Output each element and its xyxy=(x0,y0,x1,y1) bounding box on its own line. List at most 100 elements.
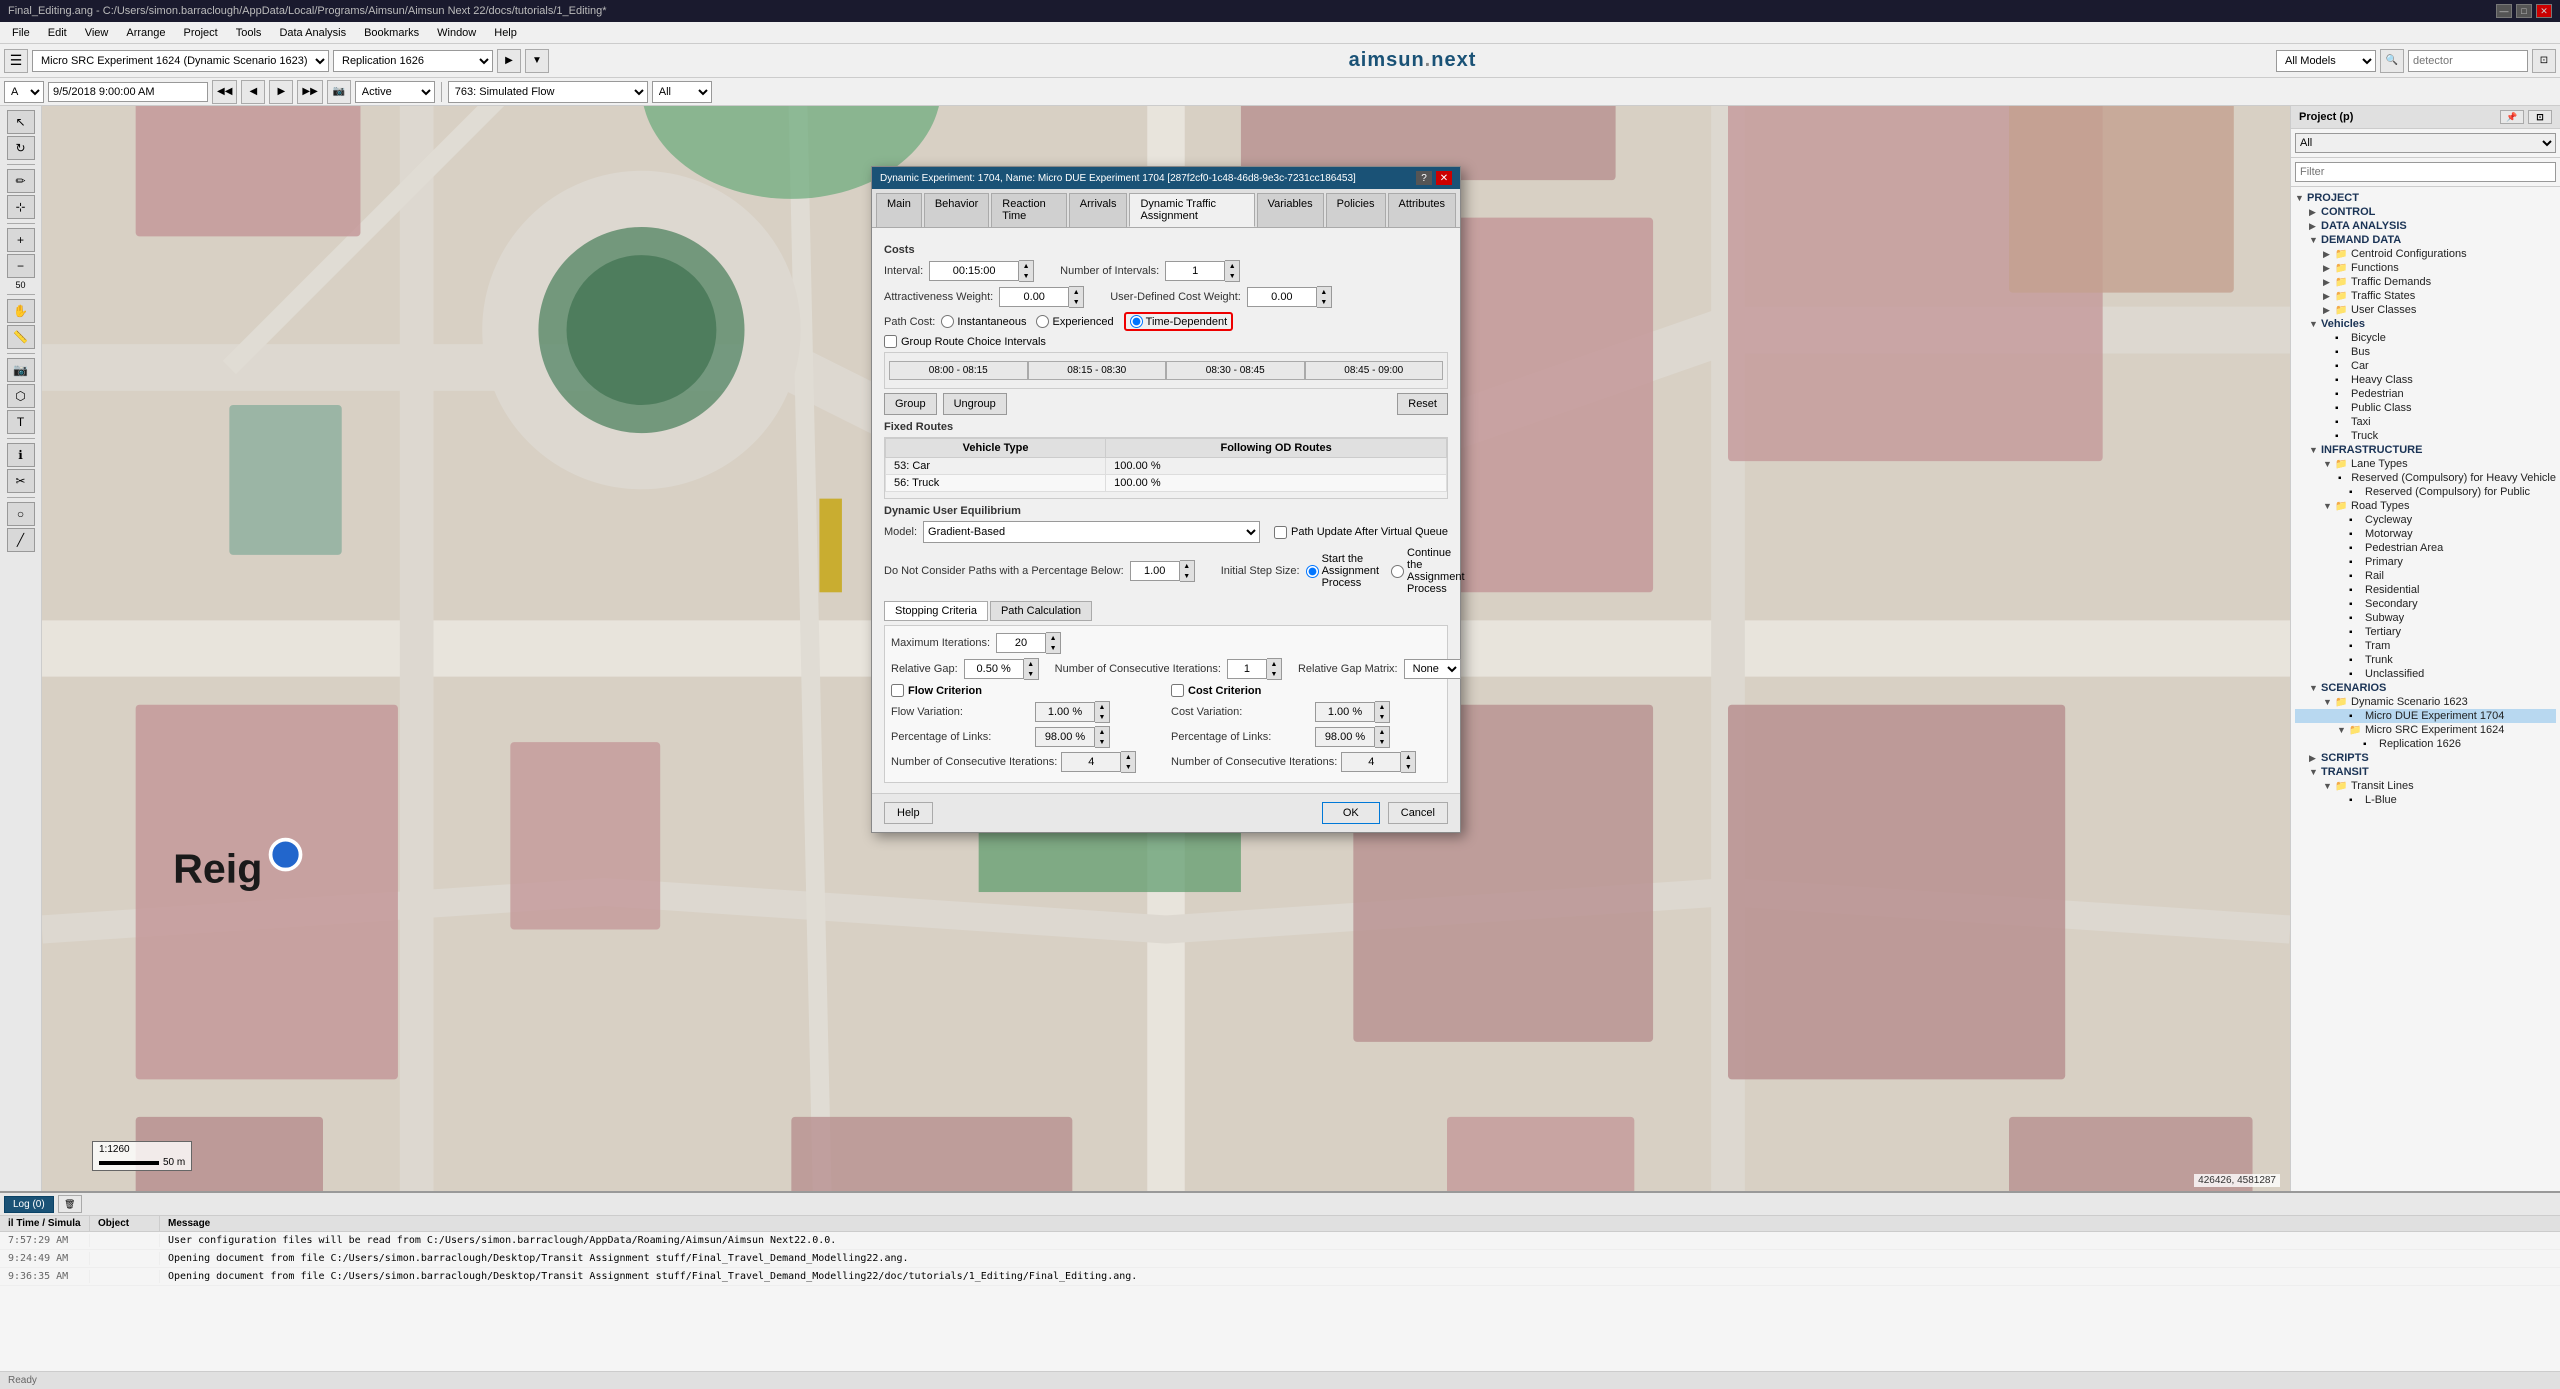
rel-gap-up-btn[interactable]: ▲ xyxy=(1024,659,1038,669)
interval-input[interactable] xyxy=(929,261,1019,281)
tree-item-8[interactable]: ▶📁User Classes xyxy=(2295,303,2556,317)
tree-item-30[interactable]: ▪Subway xyxy=(2295,611,2556,625)
tree-item-23[interactable]: ▪Cycleway xyxy=(2295,513,2556,527)
nav-next-btn[interactable]: ▶ xyxy=(269,80,293,104)
radio-instantaneous-input[interactable] xyxy=(941,315,954,328)
tree-item-5[interactable]: ▶📁Functions xyxy=(2295,261,2556,275)
tree-item-6[interactable]: ▶📁Traffic Demands xyxy=(2295,275,2556,289)
menu-file[interactable]: File xyxy=(4,25,38,41)
flow-consec-down-btn[interactable]: ▼ xyxy=(1121,762,1135,772)
radio-instantaneous[interactable]: Instantaneous xyxy=(941,315,1026,328)
tree-arrow-8[interactable]: ▶ xyxy=(2323,305,2335,316)
tree-item-4[interactable]: ▶📁Centroid Configurations xyxy=(2295,247,2556,261)
attract-weight-input[interactable] xyxy=(999,287,1069,307)
tree-arrow-7[interactable]: ▶ xyxy=(2323,291,2335,302)
radio-continue-input[interactable] xyxy=(1391,565,1404,578)
tree-item-11[interactable]: ▪Bus xyxy=(2295,345,2556,359)
search-icon-btn[interactable]: 🔍 xyxy=(2380,49,2404,73)
zoom-in-btn[interactable]: + xyxy=(7,228,35,252)
tree-arrow-40[interactable]: ▶ xyxy=(2309,753,2321,764)
draw-tool[interactable]: ✏ xyxy=(7,169,35,193)
attract-weight-up-btn[interactable]: ▲ xyxy=(1069,287,1083,297)
panel-all-combo[interactable]: All xyxy=(2295,133,2556,153)
status-combo[interactable]: Active xyxy=(355,81,435,103)
flow-combo[interactable]: 763: Simulated Flow xyxy=(448,81,648,103)
panel-expand-btn[interactable]: ⊡ xyxy=(2528,110,2552,124)
user-cost-weight-input[interactable] xyxy=(1247,287,1317,307)
help-footer-btn[interactable]: Help xyxy=(884,802,933,824)
cost-pct-up-btn[interactable]: ▲ xyxy=(1375,727,1389,737)
cost-pct-down-btn[interactable]: ▼ xyxy=(1375,737,1389,747)
tree-arrow-36[interactable]: ▼ xyxy=(2323,697,2335,707)
tree-item-7[interactable]: ▶📁Traffic States xyxy=(2295,289,2556,303)
scenario-combo[interactable]: Micro SRC Experiment 1624 (Dynamic Scena… xyxy=(32,50,329,72)
group-route-checkbox[interactable] xyxy=(884,335,897,348)
flow-consec-up-btn[interactable]: ▲ xyxy=(1121,752,1135,762)
ok-btn[interactable]: OK xyxy=(1322,802,1380,824)
nav-last-btn[interactable]: ▶▶ xyxy=(297,80,322,104)
tree-item-10[interactable]: ▪Bicycle xyxy=(2295,331,2556,345)
tab-policies[interactable]: Policies xyxy=(1326,193,1386,227)
rotate-tool[interactable]: ↻ xyxy=(7,136,35,160)
menu-bookmarks[interactable]: Bookmarks xyxy=(356,25,427,41)
interval-0[interactable]: 08:00 - 08:15 xyxy=(889,361,1028,380)
num-consec-up-btn[interactable]: ▲ xyxy=(1267,659,1281,669)
attract-weight-down-btn[interactable]: ▼ xyxy=(1069,297,1083,307)
edit-tool[interactable]: ⊹ xyxy=(7,195,35,219)
tree-item-39[interactable]: ▪Replication 1626 xyxy=(2295,737,2556,751)
tree-item-24[interactable]: ▪Motorway xyxy=(2295,527,2556,541)
filter-input[interactable] xyxy=(2295,162,2556,182)
all-models-combo[interactable]: All Models xyxy=(2276,50,2376,72)
num-intervals-up-btn[interactable]: ▲ xyxy=(1225,261,1239,271)
pointer-tool[interactable]: ↖ xyxy=(7,110,35,134)
camera-btn[interactable]: 📷 xyxy=(327,80,351,104)
flow-var-down-btn[interactable]: ▼ xyxy=(1095,712,1109,722)
max-iter-down-btn[interactable]: ▼ xyxy=(1046,643,1060,653)
log-clear-btn[interactable]: 🗑 xyxy=(58,1195,82,1213)
nav-prev-btn[interactable]: ◀ xyxy=(241,80,265,104)
tree-item-14[interactable]: ▪Pedestrian xyxy=(2295,387,2556,401)
menu-arrange[interactable]: Arrange xyxy=(118,25,173,41)
menu-project[interactable]: Project xyxy=(176,25,226,41)
tree-item-33[interactable]: ▪Trunk xyxy=(2295,653,2556,667)
tree-item-12[interactable]: ▪Car xyxy=(2295,359,2556,373)
tree-arrow-3[interactable]: ▼ xyxy=(2309,235,2321,245)
panel-pin-btn[interactable]: 📌 xyxy=(2500,110,2524,124)
radio-experienced-input[interactable] xyxy=(1036,315,1049,328)
flow-consec-input[interactable] xyxy=(1061,752,1121,772)
tree-arrow-6[interactable]: ▶ xyxy=(2323,277,2335,288)
do-not-consider-up-btn[interactable]: ▲ xyxy=(1180,561,1194,571)
cut-tool[interactable]: ✂ xyxy=(7,469,35,493)
coord-system-combo[interactable]: A xyxy=(4,81,44,103)
cancel-btn[interactable]: Cancel xyxy=(1388,802,1448,824)
cost-consec-up-btn[interactable]: ▲ xyxy=(1401,752,1415,762)
menu-tools[interactable]: Tools xyxy=(228,25,270,41)
tree-arrow-18[interactable]: ▼ xyxy=(2309,445,2321,455)
tree-item-37[interactable]: ▪Micro DUE Experiment 1704 xyxy=(2295,709,2556,723)
zoom-out-btn[interactable]: − xyxy=(7,254,35,278)
toolbar-menu-btn[interactable]: ☰ xyxy=(4,49,28,73)
circle-tool[interactable]: ○ xyxy=(7,502,35,526)
radio-experienced[interactable]: Experienced xyxy=(1036,315,1113,328)
flow-criterion-checkbox[interactable] xyxy=(891,684,904,697)
tree-item-26[interactable]: ▪Primary xyxy=(2295,555,2556,569)
tab-reaction-time[interactable]: Reaction Time xyxy=(991,193,1067,227)
line-tool[interactable]: ╱ xyxy=(7,528,35,552)
all-combo[interactable]: All xyxy=(652,81,712,103)
cost-consec-input[interactable] xyxy=(1341,752,1401,772)
tree-item-20[interactable]: ▪Reserved (Compulsory) for Heavy Vehicle xyxy=(2295,471,2556,485)
tree-item-42[interactable]: ▼📁Transit Lines xyxy=(2295,779,2556,793)
tab-attributes[interactable]: Attributes xyxy=(1388,193,1456,227)
tree-item-13[interactable]: ▪Heavy Class xyxy=(2295,373,2556,387)
max-iter-input[interactable] xyxy=(996,633,1046,653)
log-tab-active[interactable]: Log (0) xyxy=(4,1196,54,1213)
tree-item-34[interactable]: ▪Unclassified xyxy=(2295,667,2556,681)
interval-down-btn[interactable]: ▼ xyxy=(1019,271,1033,281)
flow-pct-up-btn[interactable]: ▲ xyxy=(1095,727,1109,737)
tree-item-38[interactable]: ▼📁Micro SRC Experiment 1624 xyxy=(2295,723,2556,737)
cost-criterion-checkbox[interactable] xyxy=(1171,684,1184,697)
measure-tool[interactable]: 📏 xyxy=(7,325,35,349)
tree-item-36[interactable]: ▼📁Dynamic Scenario 1623 xyxy=(2295,695,2556,709)
pan-tool[interactable]: ✋ xyxy=(7,299,35,323)
tree-arrow-41[interactable]: ▼ xyxy=(2309,767,2321,777)
